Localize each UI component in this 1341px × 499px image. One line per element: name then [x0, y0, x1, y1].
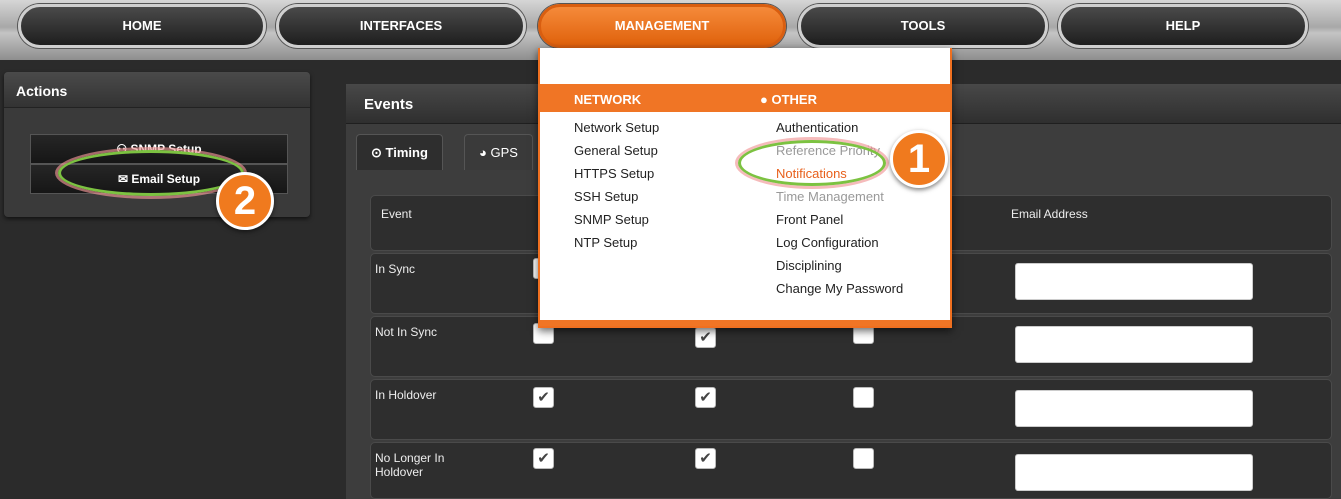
- network-section-header: NETWORK: [574, 92, 642, 107]
- event-label: Not In Sync: [375, 325, 438, 339]
- email-address-input[interactable]: [1015, 454, 1253, 491]
- menu-item-general-setup[interactable]: General Setup: [574, 143, 658, 158]
- email-address-input[interactable]: [1015, 263, 1253, 300]
- notifications-highlight-ring: [738, 140, 886, 186]
- management-dropdown-menu: NETWORK ● OTHER Network Setup General Se…: [538, 48, 952, 328]
- check-icon: ✔: [699, 329, 712, 346]
- step-2-callout: 2: [216, 172, 274, 230]
- menu-item-time-management[interactable]: Time Management: [776, 189, 884, 204]
- tab-gps-label: GPS: [490, 145, 518, 160]
- dropdown-header-bar: NETWORK ● OTHER: [540, 84, 950, 112]
- menu-item-ssh-setup[interactable]: SSH Setup: [574, 189, 638, 204]
- email-setup-highlight-ring: [58, 150, 244, 196]
- step-1-callout: 1: [890, 130, 948, 188]
- menu-item-authentication[interactable]: Authentication: [776, 120, 858, 135]
- event-checkbox[interactable]: ✔: [695, 327, 716, 348]
- event-label: In Sync: [375, 262, 416, 276]
- menu-item-front-panel[interactable]: Front Panel: [776, 212, 843, 227]
- clock-icon: ⊙: [371, 145, 382, 160]
- column-header-email-address: Email Address: [1011, 207, 1088, 221]
- bullet-icon: ●: [760, 92, 772, 107]
- menu-item-ntp-setup[interactable]: NTP Setup: [574, 235, 637, 250]
- menu-item-https-setup[interactable]: HTTPS Setup: [574, 166, 654, 181]
- table-row: No Longer In Holdover ✔ ✔: [370, 442, 1332, 499]
- sidebar-title: Actions: [4, 72, 310, 108]
- event-label: No Longer In Holdover: [375, 451, 445, 479]
- nav-tab-help[interactable]: HELP: [1058, 4, 1308, 48]
- column-header-event: Event: [381, 207, 412, 221]
- event-checkbox[interactable]: ✔: [533, 448, 554, 469]
- email-address-input[interactable]: [1015, 326, 1253, 363]
- table-row: In Holdover ✔ ✔: [370, 379, 1332, 440]
- event-checkbox[interactable]: [853, 448, 874, 469]
- event-checkbox[interactable]: ✔: [695, 387, 716, 408]
- check-icon: ✔: [537, 450, 550, 467]
- dropdown-footer-bar: [540, 320, 950, 326]
- nav-tab-interfaces[interactable]: INTERFACES: [276, 4, 526, 48]
- nav-tab-tools[interactable]: TOOLS: [798, 4, 1048, 48]
- tab-gps[interactable]: ◕ GPS: [464, 134, 533, 170]
- nav-tab-home[interactable]: HOME: [18, 4, 266, 48]
- other-section-header: ● OTHER: [760, 92, 817, 107]
- check-icon: ✔: [537, 389, 550, 406]
- tab-timing-label: Timing: [385, 145, 428, 160]
- event-label: In Holdover: [375, 388, 437, 402]
- event-checkbox[interactable]: ✔: [533, 387, 554, 408]
- email-address-input[interactable]: [1015, 390, 1253, 427]
- tab-timing[interactable]: ⊙ Timing: [356, 134, 443, 170]
- nav-tab-management[interactable]: MANAGEMENT: [538, 4, 786, 48]
- menu-item-network-setup[interactable]: Network Setup: [574, 120, 659, 135]
- menu-item-change-my-password[interactable]: Change My Password: [776, 281, 903, 296]
- event-checkbox[interactable]: [853, 387, 874, 408]
- event-checkbox[interactable]: ✔: [695, 448, 716, 469]
- globe-icon: ◕: [479, 145, 487, 160]
- menu-item-log-configuration[interactable]: Log Configuration: [776, 235, 879, 250]
- menu-item-snmp-setup[interactable]: SNMP Setup: [574, 212, 649, 227]
- menu-item-disciplining[interactable]: Disciplining: [776, 258, 842, 273]
- check-icon: ✔: [699, 450, 712, 467]
- check-icon: ✔: [699, 389, 712, 406]
